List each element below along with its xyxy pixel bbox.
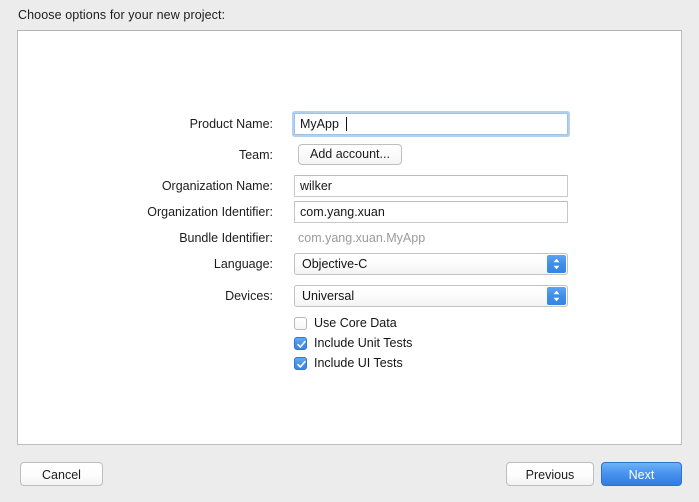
add-account-button[interactable]: Add account... xyxy=(298,144,402,165)
next-button[interactable]: Next xyxy=(601,462,682,486)
organization-name-control xyxy=(294,175,568,197)
include-unit-tests-checkbox[interactable] xyxy=(294,337,307,350)
checkbox-row-include-unit-tests[interactable]: Include Unit Tests xyxy=(294,334,412,353)
team-control: Add account... xyxy=(298,144,402,165)
product-name-control xyxy=(294,113,568,135)
use-core-data-checkbox[interactable] xyxy=(294,317,307,330)
language-popup-button[interactable]: Objective-C xyxy=(294,253,568,275)
form-row-organization-identifier: Organization Identifier: xyxy=(18,201,681,223)
language-label: Language: xyxy=(213,257,273,271)
checkmark-icon xyxy=(297,340,306,348)
product-name-input[interactable] xyxy=(294,113,568,135)
form-row-language: Language: Objective-C xyxy=(18,253,681,275)
checkbox-row-include-ui-tests[interactable]: Include UI Tests xyxy=(294,354,403,373)
language-control: Objective-C xyxy=(294,253,568,275)
new-project-options-dialog: Choose options for your new project: Pro… xyxy=(0,0,699,502)
previous-button[interactable]: Previous xyxy=(506,462,594,486)
bundle-identifier-control: com.yang.xuan.MyApp xyxy=(298,227,425,249)
include-unit-tests-label: Include Unit Tests xyxy=(314,336,413,350)
form-row-bundle-identifier: Bundle Identifier: com.yang.xuan.MyApp xyxy=(18,227,681,249)
devices-selected-value: Universal xyxy=(302,289,355,303)
language-selected-value: Objective-C xyxy=(302,257,368,271)
devices-control: Universal xyxy=(294,285,568,307)
bundle-identifier-value: com.yang.xuan.MyApp xyxy=(298,231,426,245)
product-name-focus-wrapper xyxy=(294,113,568,135)
include-ui-tests-label: Include UI Tests xyxy=(314,356,403,370)
organization-identifier-control xyxy=(294,201,568,223)
checkbox-row-use-core-data[interactable]: Use Core Data xyxy=(294,314,397,333)
organization-name-input[interactable] xyxy=(294,175,568,197)
use-core-data-label: Use Core Data xyxy=(314,316,397,330)
include-ui-tests-checkbox[interactable] xyxy=(294,357,307,370)
organization-name-label: Organization Name: xyxy=(161,179,273,193)
text-caret xyxy=(346,117,347,131)
chevron-up-down-icon xyxy=(547,255,566,273)
form-row-product-name: Product Name: xyxy=(18,113,681,135)
dialog-title: Choose options for your new project: xyxy=(18,8,226,22)
organization-identifier-label: Organization Identifier: xyxy=(147,205,273,219)
cancel-button[interactable]: Cancel xyxy=(20,462,103,486)
dialog-button-bar: Cancel Previous Next xyxy=(0,459,699,502)
product-name-label: Product Name: xyxy=(189,117,273,131)
team-label: Team: xyxy=(238,148,273,162)
checkmark-icon xyxy=(297,360,306,368)
form-row-organization-name: Organization Name: xyxy=(18,175,681,197)
devices-popup-button[interactable]: Universal xyxy=(294,285,568,307)
chevron-up-down-icon xyxy=(547,287,566,305)
bundle-identifier-label: Bundle Identifier: xyxy=(179,231,273,245)
organization-identifier-input[interactable] xyxy=(294,201,568,223)
devices-label: Devices: xyxy=(225,289,273,303)
options-panel: Product Name: Team: Add account... Organ… xyxy=(17,30,682,445)
form-row-devices: Devices: Universal xyxy=(18,285,681,307)
form-row-team: Team: Add account... xyxy=(18,144,681,166)
